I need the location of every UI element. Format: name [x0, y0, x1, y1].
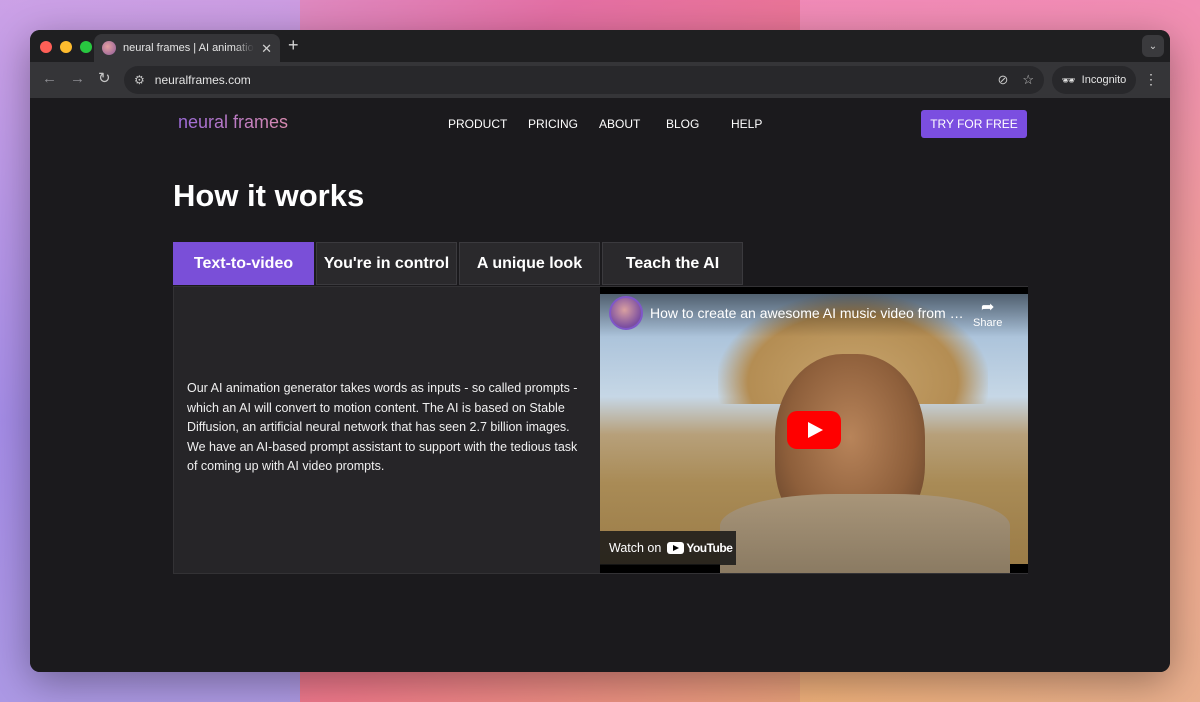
nav-blog[interactable]: BLOG: [666, 117, 699, 131]
tab-a-unique-look[interactable]: A unique look: [459, 242, 600, 285]
youtube-embed[interactable]: How to create an awesome AI music video …: [600, 287, 1028, 573]
nav-product[interactable]: PRODUCT: [448, 117, 507, 131]
new-tab-button[interactable]: +: [288, 36, 299, 54]
bookmark-star-icon[interactable]: ☆: [1022, 72, 1034, 88]
close-window-button[interactable]: [40, 41, 52, 53]
site-settings-icon[interactable]: ⚙: [134, 73, 145, 87]
browser-menu-icon[interactable]: ⋮: [1144, 71, 1158, 88]
tab-panel: Our AI animation generator takes words a…: [173, 286, 1028, 574]
forward-arrow-icon[interactable]: →: [70, 71, 85, 86]
browser-toolbar: ← → ↻ ⚙ neuralframes.com ⊘ ☆ 🕶 Incognito…: [30, 62, 1170, 98]
feature-tabs: Text-to-video You're in control A unique…: [173, 242, 743, 285]
watch-on-youtube-button[interactable]: Watch on YouTube: [600, 531, 736, 565]
tab-teach-the-ai[interactable]: Teach the AI: [602, 242, 743, 285]
browser-window: neural frames | AI animation generator ✕…: [30, 30, 1170, 672]
web-page: neural frames PRODUCT PRICING ABOUT BLOG…: [30, 98, 1170, 672]
thumbnail-shirt: [720, 494, 1010, 573]
share-arrow-icon: ➦: [980, 299, 995, 316]
minimize-window-button[interactable]: [60, 41, 72, 53]
incognito-indicator[interactable]: 🕶 Incognito: [1052, 66, 1136, 94]
tab-search-chevron-icon[interactable]: ⌄: [1142, 35, 1164, 57]
nav-help[interactable]: HELP: [731, 117, 762, 131]
share-button[interactable]: ➦ Share: [973, 297, 1002, 329]
back-arrow-icon[interactable]: ←: [42, 71, 57, 86]
channel-avatar[interactable]: [609, 296, 643, 330]
tab-youre-in-control[interactable]: You're in control: [316, 242, 457, 285]
browser-tab[interactable]: neural frames | AI animation generator ✕: [94, 34, 280, 62]
omnibox-actions: ⊘ ☆: [997, 72, 1034, 88]
youtube-wordmark: YouTube: [686, 541, 733, 555]
incognito-icon: 🕶: [1061, 74, 1076, 87]
feature-description: Our AI animation generator takes words a…: [187, 381, 578, 473]
window-controls: [40, 41, 92, 53]
close-tab-icon[interactable]: ✕: [261, 42, 272, 55]
youtube-play-icon: [667, 542, 685, 554]
section-heading: How it works: [173, 178, 365, 213]
eye-slash-icon[interactable]: ⊘: [997, 72, 1008, 88]
try-for-free-button[interactable]: TRY FOR FREE: [921, 110, 1027, 138]
nav-about[interactable]: ABOUT: [599, 117, 640, 131]
watch-on-label: Watch on: [609, 541, 662, 555]
share-label: Share: [973, 317, 1003, 329]
tab-text-to-video[interactable]: Text-to-video: [173, 242, 314, 285]
nav-pricing[interactable]: PRICING: [528, 117, 578, 131]
video-title[interactable]: How to create an awesome AI music video …: [650, 305, 970, 321]
site-favicon-icon: [102, 41, 116, 55]
tab-strip: neural frames | AI animation generator ✕…: [30, 30, 1170, 62]
play-button-icon[interactable]: [787, 411, 841, 449]
maximize-window-button[interactable]: [80, 41, 92, 53]
tab-title: neural frames | AI animation generator: [123, 42, 254, 54]
youtube-logo: YouTube: [667, 541, 733, 555]
site-logo[interactable]: neural frames: [178, 112, 288, 133]
incognito-label: Incognito: [1081, 74, 1127, 86]
address-bar[interactable]: ⚙ neuralframes.com ⊘ ☆: [124, 66, 1044, 94]
reload-icon[interactable]: ↻: [98, 71, 111, 86]
url-text: neuralframes.com: [154, 73, 251, 87]
